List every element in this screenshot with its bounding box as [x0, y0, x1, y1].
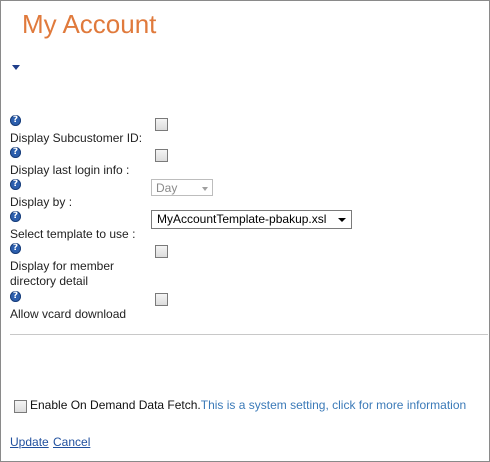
- subcustomer-id-checkbox[interactable]: [155, 118, 168, 131]
- help-icon[interactable]: ?: [10, 115, 21, 126]
- template-value: MyAccountTemplate-pbakup.xsl: [157, 212, 327, 226]
- display-by-label: Display by :: [10, 195, 73, 209]
- help-icon[interactable]: ?: [10, 147, 21, 158]
- chevron-down-icon: [202, 187, 208, 191]
- help-icon[interactable]: ?: [10, 291, 21, 302]
- subcustomer-id-label: Display Subcustomer ID:: [10, 131, 143, 145]
- help-icon[interactable]: ?: [10, 243, 21, 254]
- chevron-down-icon: [338, 218, 346, 222]
- member-directory-label-line2: directory detail: [10, 274, 89, 288]
- collapse-arrow-icon[interactable]: [12, 65, 20, 70]
- update-link[interactable]: Update: [10, 435, 49, 449]
- system-setting-info-link[interactable]: This is a system setting, click for more…: [201, 398, 466, 412]
- template-select[interactable]: MyAccountTemplate-pbakup.xsl: [151, 210, 352, 229]
- on-demand-checkbox[interactable]: [14, 400, 27, 413]
- help-icon[interactable]: ?: [10, 211, 21, 222]
- page-title: My Account: [22, 9, 157, 39]
- help-icon[interactable]: ?: [10, 179, 21, 190]
- member-directory-checkbox[interactable]: [155, 245, 168, 258]
- on-demand-row: Enable On Demand Data Fetch.This is a sy…: [30, 398, 466, 412]
- vcard-label: Allow vcard download: [10, 307, 127, 321]
- my-account-panel: My Account ? Display Subcustomer ID: ? D…: [0, 0, 490, 462]
- section-divider: [10, 334, 488, 335]
- last-login-checkbox[interactable]: [155, 149, 168, 162]
- template-label: Select template to use :: [10, 227, 136, 241]
- vcard-checkbox[interactable]: [155, 293, 168, 306]
- display-by-value: Day: [156, 181, 178, 195]
- display-by-select: Day: [151, 179, 213, 196]
- last-login-label: Display last login info :: [10, 163, 130, 177]
- on-demand-label: Enable On Demand Data Fetch.: [30, 398, 201, 412]
- member-directory-label-line1: Display for member: [10, 259, 115, 273]
- cancel-link[interactable]: Cancel: [53, 435, 90, 449]
